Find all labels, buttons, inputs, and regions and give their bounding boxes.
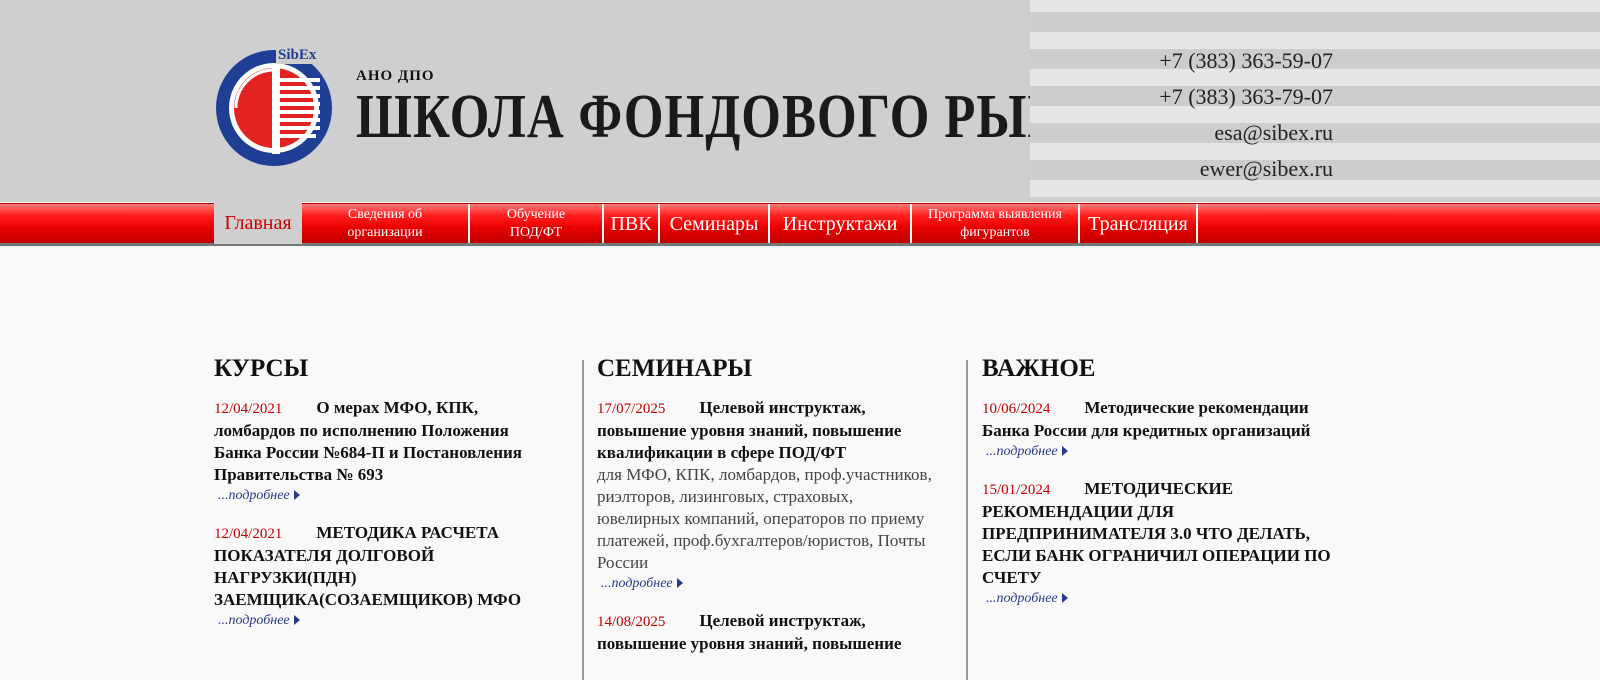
more-link[interactable]: ...подробнее <box>218 613 300 629</box>
arrow-right-icon <box>1061 593 1068 603</box>
news-date: 12/04/2021 <box>214 401 283 417</box>
site-header: SibEx АНО ДПО ШКОЛА ФОНДОВОГО РЫНКА +7 (… <box>0 0 1600 202</box>
seminars-heading: СЕМИНАРЫ <box>597 355 753 382</box>
logo-badge-text: SibEx <box>278 47 317 63</box>
news-item: 17/07/2025 Целевой инструктаж, повышение … <box>597 397 937 592</box>
news-item: 12/04/2021 МЕТОДИКА РАСЧЕТА ПОКАЗАТЕЛЯ ДО… <box>214 522 554 629</box>
nav-item-pvk[interactable]: ПВК <box>604 204 660 243</box>
nav-item-seminars[interactable]: Семинары <box>660 204 770 243</box>
seminars-column: СЕМИНАРЫ 17/07/2025 Целевой инструктаж, п… <box>597 355 937 673</box>
news-item: 15/01/2024 МЕТОДИЧЕСКИЕ РЕКОМЕНДАЦИИ ДЛЯ … <box>982 478 1352 607</box>
phone-2: +7 (383) 363-79-07 <box>1159 84 1333 109</box>
arrow-right-icon <box>293 490 300 500</box>
more-link[interactable]: ...подробнее <box>601 576 683 592</box>
phone-1: +7 (383) 363-59-07 <box>1159 48 1333 73</box>
news-description: для МФО, КПК, ломбардов, проф.участников… <box>597 465 932 572</box>
more-link[interactable]: ...подробнее <box>986 444 1068 460</box>
arrow-right-icon <box>293 615 300 625</box>
site-title[interactable]: ШКОЛА ФОНДОВОГО РЫНКА <box>356 82 1144 153</box>
nav-item-home[interactable]: Главная <box>214 202 302 244</box>
courses-heading: КУРСЫ <box>214 355 309 382</box>
arrow-right-icon <box>676 578 683 588</box>
nav-item-about[interactable]: Сведения об организации <box>302 204 470 243</box>
news-date: 14/08/2025 <box>597 614 666 630</box>
nav-item-detection-program[interactable]: Программа выявления фигурантов <box>912 204 1080 243</box>
important-column: ВАЖНОЕ 10/06/2024 Методические рекомендац… <box>982 355 1352 625</box>
news-date: 15/01/2024 <box>982 482 1051 498</box>
news-date: 12/04/2021 <box>214 526 283 542</box>
nav-item-broadcast[interactable]: Трансляция <box>1080 204 1198 243</box>
more-link[interactable]: ...подробнее <box>986 591 1068 607</box>
main-nav: Главная Сведения об организации Обучение… <box>0 202 1600 246</box>
news-date: 10/06/2024 <box>982 401 1051 417</box>
nav-item-briefings[interactable]: Инструктажи <box>770 204 912 243</box>
email-1[interactable]: esa@sibex.ru <box>1214 120 1333 146</box>
contacts-panel: +7 (383) 363-59-07 +7 (383) 363-79-07 es… <box>1030 0 1600 202</box>
news-date: 17/07/2025 <box>597 401 666 417</box>
sibex-logo[interactable]: SibEx <box>214 44 338 168</box>
more-link[interactable]: ...подробнее <box>218 488 300 504</box>
courses-column: КУРСЫ 12/04/2021 О мерах МФО, КПК, ломбар… <box>214 355 554 647</box>
email-2[interactable]: ewer@sibex.ru <box>1200 156 1333 182</box>
news-item: 12/04/2021 О мерах МФО, КПК, ломбардов по… <box>214 397 554 504</box>
important-heading: ВАЖНОЕ <box>982 355 1096 382</box>
column-divider <box>582 360 584 680</box>
news-item: 10/06/2024 Методические рекомендации Банк… <box>982 397 1352 460</box>
arrow-right-icon <box>1061 446 1068 456</box>
column-divider <box>966 360 968 680</box>
news-item: 14/08/2025 Целевой инструктаж, повышение … <box>597 610 937 655</box>
nav-item-aml-training[interactable]: Обучение ПОД/ФТ <box>470 204 604 243</box>
